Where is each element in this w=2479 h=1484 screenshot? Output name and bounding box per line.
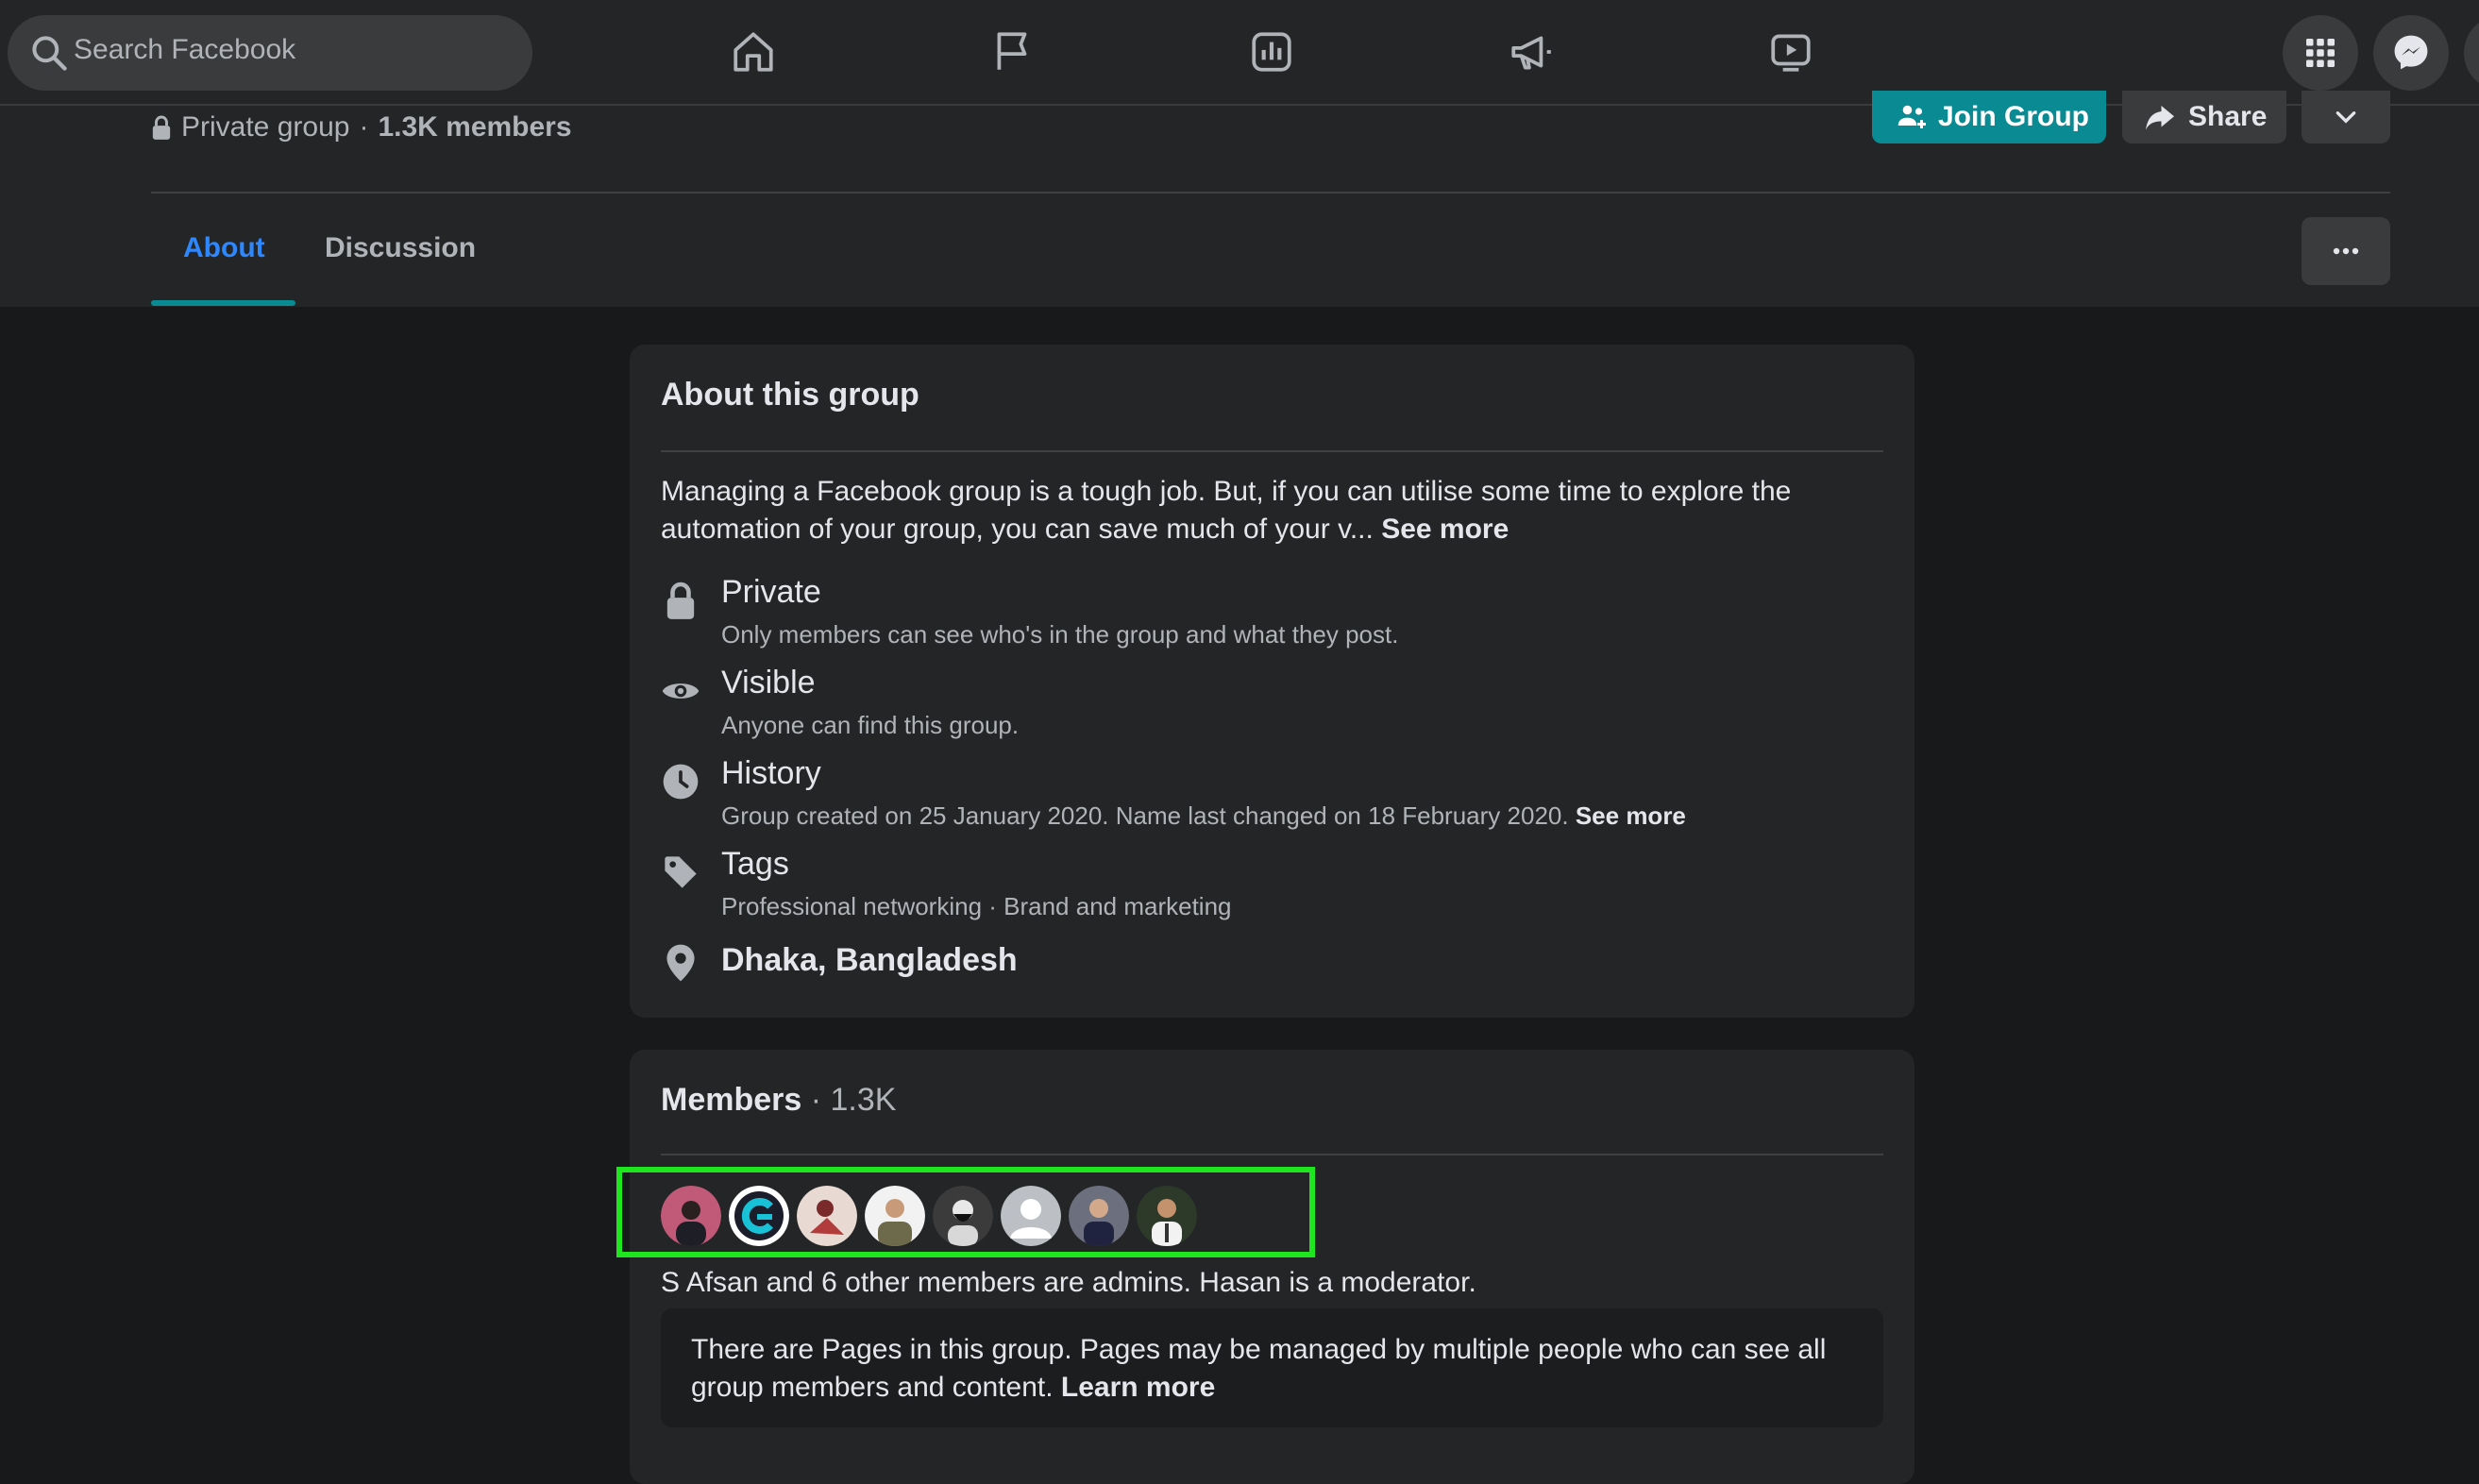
top-navigation-bar: Search Facebook: [0, 0, 2479, 106]
members-card: Members · 1.3K S Afsan and 6 other membe…: [616, 1050, 1914, 1484]
avatar[interactable]: [1137, 1186, 1197, 1246]
search-placeholder: Search Facebook: [74, 34, 296, 65]
share-label: Share: [2188, 101, 2268, 132]
member-count: 1.3K members: [378, 111, 572, 143]
about-card: About this group Managing a Facebook gro…: [630, 345, 1914, 1018]
messenger-icon[interactable]: [2373, 15, 2449, 91]
group-description: Managing a Facebook group is a tough job…: [661, 473, 1883, 548]
see-more-link[interactable]: See more: [1381, 514, 1509, 545]
pages-notice-text: There are Pages in this group. Pages may…: [691, 1334, 1827, 1403]
avatar[interactable]: [729, 1186, 789, 1246]
avatar[interactable]: [797, 1186, 857, 1246]
avatar[interactable]: [661, 1186, 721, 1246]
members-count: · 1.3K: [810, 1082, 897, 1118]
share-button[interactable]: Share: [2122, 91, 2286, 143]
active-tab-indicator: [151, 300, 295, 306]
megaphone-icon[interactable]: [1498, 19, 1564, 85]
tags-title: Tags: [721, 846, 789, 882]
share-icon: [2146, 106, 2174, 130]
pages-notice: There are Pages in this group. Pages may…: [661, 1308, 1883, 1427]
history-title: History: [721, 755, 821, 791]
learn-more-link[interactable]: Learn more: [1061, 1372, 1215, 1403]
tags-subtitle[interactable]: Professional networking · Brand and mark…: [721, 892, 1232, 921]
tab-more-button[interactable]: [2302, 217, 2390, 285]
home-icon[interactable]: [720, 19, 786, 85]
lock-icon: [661, 581, 700, 620]
location-icon: [661, 943, 700, 983]
more-options-dropdown[interactable]: [2302, 91, 2390, 143]
join-group-button[interactable]: Join Group: [1872, 91, 2106, 143]
avatar[interactable]: [933, 1186, 993, 1246]
history-see-more-link[interactable]: See more: [1576, 801, 1686, 830]
about-title: About this group: [661, 377, 919, 413]
privacy-label: Private group: [181, 111, 350, 143]
clock-icon: [661, 762, 700, 801]
description-text: Managing a Facebook group is a tough job…: [661, 476, 1792, 545]
history-subtitle: Group created on 25 January 2020. Name l…: [721, 801, 1686, 830]
search-input[interactable]: Search Facebook: [8, 15, 532, 91]
avatar[interactable]: [1001, 1186, 1061, 1246]
admin-avatars: [661, 1186, 1197, 1246]
chevron-down-icon: [2336, 111, 2356, 124]
lock-icon: [152, 115, 171, 140]
ellipsis-icon: [2333, 247, 2359, 255]
flag-icon[interactable]: [980, 19, 1046, 85]
visible-subtitle: Anyone can find this group.: [721, 711, 1020, 739]
video-icon[interactable]: [1758, 19, 1824, 85]
avatar[interactable]: [1069, 1186, 1129, 1246]
chart-icon[interactable]: [1239, 19, 1305, 85]
avatar[interactable]: [865, 1186, 925, 1246]
members-divider: [661, 1154, 1883, 1155]
members-title: Members · 1.3K: [661, 1082, 897, 1118]
eye-icon: [661, 671, 700, 711]
grid-menu-icon[interactable]: [2283, 15, 2358, 91]
tab-discussion[interactable]: Discussion: [325, 232, 476, 264]
private-title: Private: [721, 574, 821, 610]
group-privacy-line: Private group · 1.3K members: [151, 111, 572, 143]
admins-summary: S Afsan and 6 other members are admins. …: [661, 1267, 1476, 1298]
group-add-icon: [1897, 105, 1926, 128]
search-icon: [32, 36, 67, 71]
header-divider: [151, 192, 2390, 194]
location-title[interactable]: Dhaka, Bangladesh: [721, 942, 1018, 979]
tag-icon: [661, 852, 700, 892]
join-group-label: Join Group: [1938, 101, 2089, 132]
private-subtitle: Only members can see who's in the group …: [721, 620, 1399, 649]
visible-title: Visible: [721, 665, 816, 700]
about-divider: [661, 450, 1883, 452]
tab-about[interactable]: About: [183, 232, 265, 264]
profile-button-partial[interactable]: [2464, 15, 2479, 91]
